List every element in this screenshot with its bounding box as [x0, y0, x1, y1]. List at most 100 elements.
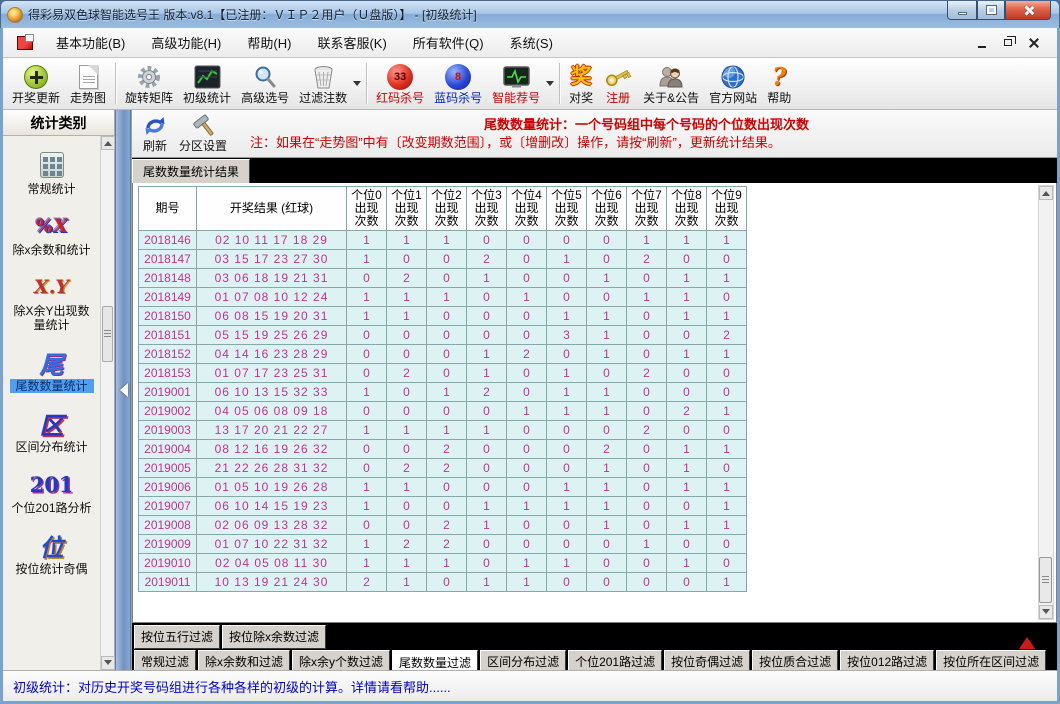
table-row[interactable]: 201815204 14 16 23 28 290001201011 [139, 345, 747, 364]
filter-tab[interactable]: 除x余y个数过滤 [292, 650, 390, 670]
filter-tab[interactable]: 常规过滤 [134, 650, 196, 670]
table-row[interactable]: 201900106 10 13 15 32 331012011000 [139, 383, 747, 402]
result-cell: 01 07 08 10 12 24 [197, 288, 347, 307]
register-button[interactable]: 注册 [598, 59, 638, 108]
count-cell: 0 [507, 516, 547, 535]
count-cell: 2 [627, 250, 667, 269]
advanced-pick-button[interactable]: 高级选号 [236, 59, 294, 108]
sidebar-item-regular-stats[interactable]: 常规统计 [4, 144, 100, 202]
table-row[interactable]: 201814602 10 11 17 18 291110000111 [139, 231, 747, 250]
refresh-button[interactable]: 刷新 [136, 111, 174, 156]
table-row[interactable]: 201900204 05 06 08 09 180000111021 [139, 402, 747, 421]
alert-triangle-icon[interactable] [1019, 629, 1035, 649]
trend-chart-button[interactable]: 走势图 [65, 59, 111, 108]
blue-kill-button[interactable]: 8 蓝码杀号 [429, 59, 487, 108]
table-row[interactable]: 201900706 10 14 15 19 231001111001 [139, 497, 747, 516]
scrollbar-thumb[interactable] [1039, 557, 1052, 603]
column-header-tail: 个位5出现次数 [547, 187, 587, 231]
filter-tab[interactable]: 按位奇偶过滤 [664, 650, 750, 670]
filter-tab[interactable]: 个位201路过滤 [568, 650, 662, 670]
count-cell: 0 [507, 364, 547, 383]
sidebar-item-tail-count[interactable]: 尾 尾数数量统计 [4, 341, 100, 399]
scroll-down-arrow[interactable] [101, 656, 115, 670]
sidebar-item-mod-x-sum[interactable]: %X 除x余数和统计 [4, 205, 100, 263]
sidebar-item-201-path[interactable]: 201 个位201路分析 [4, 463, 100, 521]
menu-item[interactable]: 高级功能(H) [138, 28, 234, 57]
mdi-close-button[interactable] [1023, 34, 1045, 52]
table-row[interactable]: 201900408 12 16 19 26 320020002011 [139, 440, 747, 459]
filter-tab[interactable]: 尾数数量过滤 [392, 650, 478, 670]
draw-update-button[interactable]: 开奖更新 [7, 59, 65, 108]
table-row[interactable]: 201814703 15 17 23 27 301002010200 [139, 250, 747, 269]
count-cell: 1 [387, 554, 427, 573]
minimize-button[interactable] [947, 1, 977, 20]
table-row[interactable]: 201900901 07 10 22 31 321220000100 [139, 535, 747, 554]
basic-stats-button[interactable]: 初级统计 [178, 59, 236, 108]
scroll-down-arrow[interactable] [1039, 605, 1053, 619]
mdi-minimize-button[interactable] [971, 34, 993, 52]
menu-item[interactable]: 帮助(H) [234, 28, 304, 57]
filter-tab[interactable]: 按位五行过滤 [134, 625, 220, 649]
result-cell: 06 08 15 19 20 31 [197, 307, 347, 326]
dropdown-arrow[interactable] [352, 59, 362, 108]
about-button[interactable]: 关于&公告 [638, 59, 704, 108]
window-title: 得彩易双色球智能选号王 版本:v8.1【已注册：ＶＩＰ２用户（Ｕ盘版）】 - [… [28, 6, 477, 23]
red-kill-button[interactable]: 33 红码杀号 [371, 59, 429, 108]
help-button[interactable]: ? 帮助 [762, 59, 796, 108]
tab-tail-stats-result[interactable]: 尾数数量统计结果 [132, 159, 250, 185]
splitter-bar[interactable] [115, 110, 131, 670]
official-site-button[interactable]: 官方网站 [704, 59, 762, 108]
check-prize-button[interactable]: 奖 对奖 [564, 59, 598, 108]
maximize-button[interactable] [977, 1, 1005, 20]
filter-tab[interactable]: 按位除x余数过滤 [222, 625, 326, 649]
table-row[interactable]: 201901002 04 05 08 11 301110110010 [139, 554, 747, 573]
menu-item[interactable]: 基本功能(B) [43, 28, 138, 57]
table-row[interactable]: 201815006 08 15 19 20 311100011011 [139, 307, 747, 326]
count-cell: 1 [587, 345, 627, 364]
dropdown-arrow[interactable] [545, 59, 555, 108]
scroll-up-arrow[interactable] [101, 136, 115, 150]
table-row[interactable]: 201815301 07 17 23 25 310201010200 [139, 364, 747, 383]
sidebar-item-zone-distribution[interactable]: 区 区间分布统计 [4, 402, 100, 460]
result-cell: 04 14 16 23 28 29 [197, 345, 347, 364]
scrollbar-thumb[interactable] [102, 306, 113, 362]
scroll-up-arrow[interactable] [1039, 186, 1053, 200]
partition-settings-button[interactable]: 分区设置 [174, 111, 232, 156]
count-cell: 1 [627, 535, 667, 554]
table-row[interactable]: 201900313 17 20 21 22 271111000200 [139, 421, 747, 440]
count-cell: 0 [587, 535, 627, 554]
filter-tab[interactable]: 按位012路过滤 [840, 650, 934, 670]
table-row[interactable]: 201900521 22 26 28 31 320220001010 [139, 459, 747, 478]
filter-tab[interactable]: 按位所在区间过滤 [936, 650, 1046, 670]
mdi-restore-button[interactable] [997, 34, 1019, 52]
collapse-left-icon[interactable] [113, 383, 128, 397]
count-cell: 0 [587, 573, 627, 592]
count-cell: 2 [467, 383, 507, 402]
table-scrollbar[interactable] [1038, 185, 1054, 620]
menu-item[interactable]: 所有软件(Q) [400, 28, 497, 57]
table-row[interactable]: 201900802 06 09 13 28 320021001011 [139, 516, 747, 535]
table-row[interactable]: 201814803 06 18 19 21 310201001011 [139, 269, 747, 288]
table-row[interactable]: 201901110 13 19 21 24 302101100001 [139, 573, 747, 592]
close-button[interactable] [1005, 1, 1051, 20]
count-cell: 0 [667, 250, 707, 269]
smart-recommend-button[interactable]: 智能荐号 [487, 59, 545, 108]
table-row[interactable]: 201900601 05 10 19 26 281100011011 [139, 478, 747, 497]
count-cell: 1 [547, 383, 587, 402]
sidebar-item-position-parity[interactable]: 位 按位统计奇偶 [4, 524, 100, 582]
rotation-matrix-button[interactable]: 旋转矩阵 [120, 59, 178, 108]
filter-tab[interactable]: 除x余数和过滤 [198, 650, 290, 670]
filter-tab[interactable]: 按位质合过滤 [752, 650, 838, 670]
table-row[interactable]: 201814901 07 08 10 12 241110100110 [139, 288, 747, 307]
count-cell: 1 [507, 497, 547, 516]
filter-tab[interactable]: 区间分布过滤 [480, 650, 566, 670]
count-cell: 2 [707, 326, 747, 345]
menu-item[interactable]: 联系客服(K) [304, 28, 399, 57]
count-cell: 0 [627, 345, 667, 364]
table-row[interactable]: 201815105 15 19 25 26 290000031002 [139, 326, 747, 345]
count-cell: 1 [707, 269, 747, 288]
menu-item[interactable]: 系统(S) [497, 28, 566, 57]
filter-count-button[interactable]: 过滤注数 [294, 59, 352, 108]
sidebar-item-mod-x-rem-y[interactable]: X.Y 除X余Y出现数量统计 [4, 266, 100, 338]
sidebar-scrollbar[interactable] [100, 136, 114, 670]
